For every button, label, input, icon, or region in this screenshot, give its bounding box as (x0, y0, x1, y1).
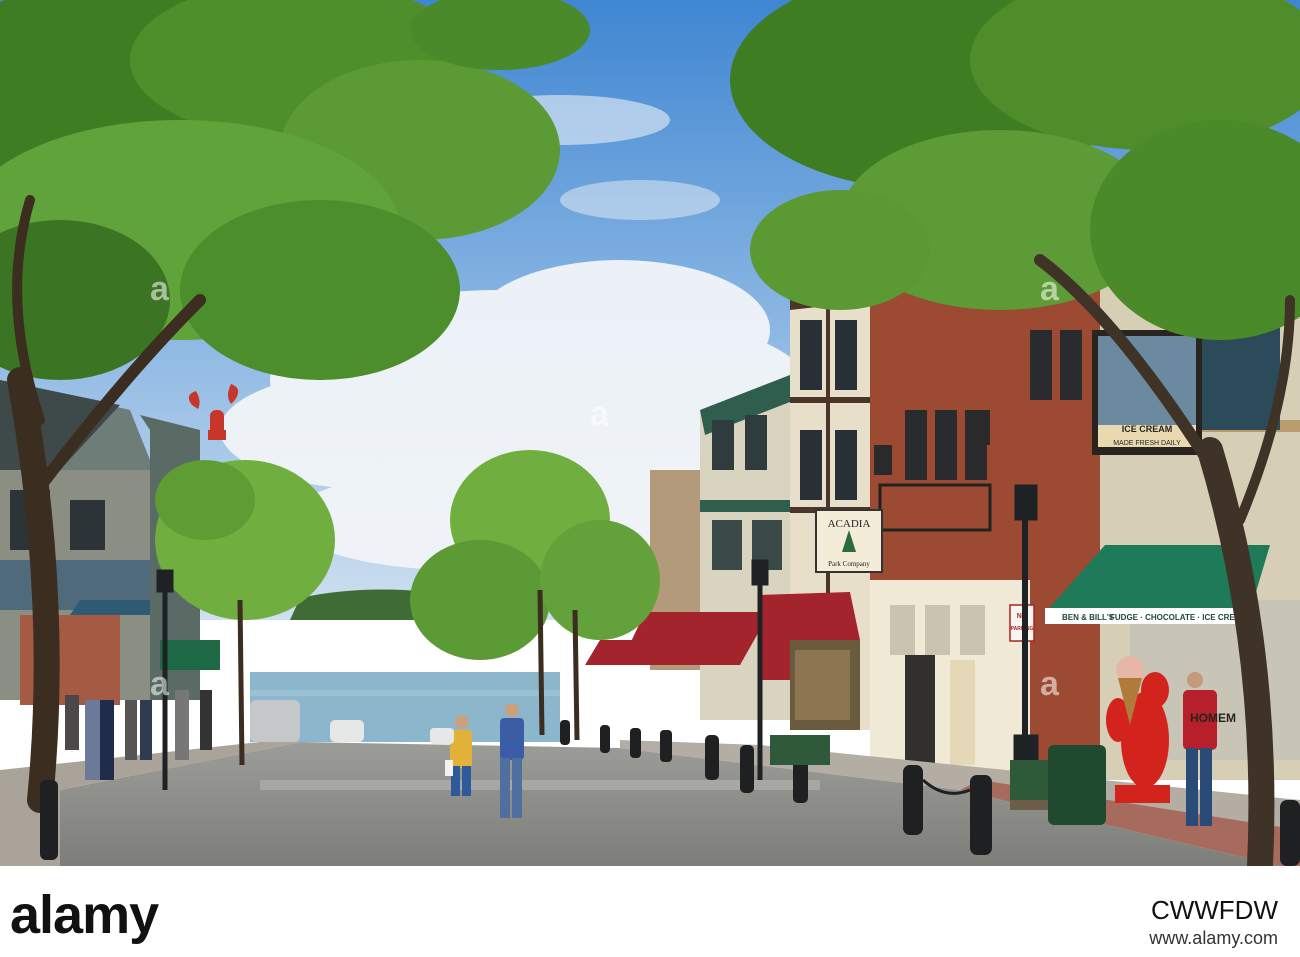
pedestrian-man (500, 703, 524, 818)
alamy-logo[interactable]: alamy (10, 884, 159, 946)
ice-cream-text: ICE CREAM (1122, 424, 1173, 434)
acadia-sign-title: ACADIA (828, 518, 871, 530)
street-photo: BEN & BILL'S FUDGE · CHOCOLATE · ICE CRE… (0, 0, 1300, 866)
stock-footer: alamy CWWFDW www.alamy.com (0, 866, 1300, 957)
stock-site[interactable]: www.alamy.com (1149, 928, 1278, 949)
stock-image-info: CWWFDW www.alamy.com (1149, 895, 1278, 949)
image-id: CWWFDW (1150, 895, 1278, 925)
acadia-sign: ACADIA Park Company (815, 509, 883, 573)
trash-can (1048, 745, 1106, 825)
tree-right-large (730, 0, 1300, 340)
acadia-sign-sub: Park Company (828, 560, 870, 568)
homemade-sign-text: HOMEM (1190, 711, 1236, 725)
awning-products-text: FUDGE · CHOCOLATE · ICE CREAM (1110, 613, 1248, 622)
man-right-red-jacket (1183, 672, 1217, 826)
made-fresh-text: MADE FRESH DAILY (1113, 440, 1181, 447)
awning-shop-text: BEN & BILL'S (1062, 613, 1115, 622)
